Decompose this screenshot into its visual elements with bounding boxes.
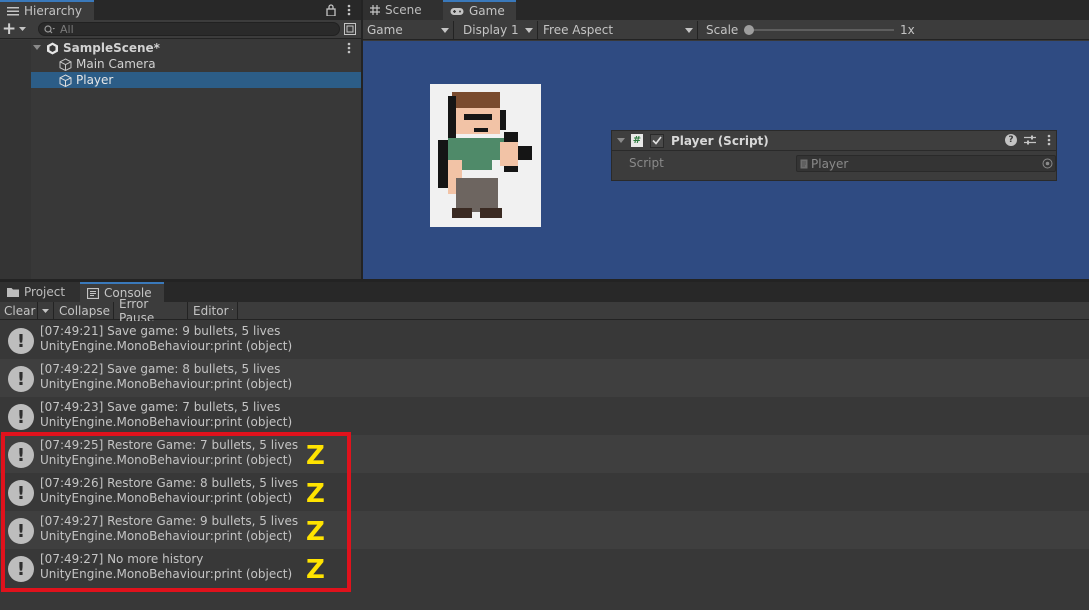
warning-icon: ! <box>8 328 34 354</box>
log-message: [07:49:23] Save game: 7 bullets, 5 lives <box>40 400 281 414</box>
hierarchy-item-label: Main Camera <box>76 57 156 71</box>
collapse-toggle-label: Collapse <box>59 304 110 318</box>
collapse-toggle[interactable]: Collapse <box>55 302 114 320</box>
tab-scene[interactable]: Scene <box>363 0 443 20</box>
tab-project-label: Project <box>24 285 66 299</box>
component-header[interactable]: # Player (Script) ? <box>612 131 1056 151</box>
clear-options-dropdown[interactable] <box>38 302 54 320</box>
log-entry[interactable]: ! [07:49:23] Save game: 7 bullets, 5 liv… <box>0 397 1089 435</box>
hash-grid-icon <box>370 5 380 15</box>
scene-visibility-icon[interactable] <box>343 22 356 36</box>
add-plus-icon: + <box>2 19 17 39</box>
log-message: [07:49:22] Save game: 8 bullets, 5 lives <box>40 362 281 376</box>
console-icon <box>87 287 99 299</box>
gamepad-icon <box>450 7 464 16</box>
warning-icon: ! <box>8 366 34 392</box>
scale-label: Scale <box>706 23 739 37</box>
log-entry[interactable]: ! [07:49:22] Save game: 8 bullets, 5 liv… <box>0 359 1089 397</box>
folder-icon <box>7 287 19 297</box>
hierarchy-item[interactable]: Main Camera <box>0 56 361 72</box>
tab-hierarchy[interactable]: Hierarchy <box>0 0 94 20</box>
chevron-down-icon <box>685 27 693 33</box>
chevron-down-icon <box>231 308 233 311</box>
display-dropdown[interactable]: Display 1 <box>459 21 538 39</box>
hierarchy-tabbar: Hierarchy <box>0 0 361 20</box>
list-icon <box>7 6 19 16</box>
log-entry[interactable]: ! [07:49:21] Save game: 9 bullets, 5 liv… <box>0 321 1089 359</box>
object-picker-icon[interactable] <box>1042 158 1053 169</box>
script-hash-icon: # <box>631 134 643 147</box>
enabled-checkbox[interactable] <box>650 133 664 148</box>
game-view[interactable]: # Player (Script) ? Script Player <box>363 41 1089 279</box>
view-tabbar: Scene Game <box>363 0 1089 20</box>
add-object-button[interactable]: + <box>2 19 27 39</box>
scene-root-row[interactable]: SampleScene* <box>0 40 361 56</box>
clear-button[interactable]: Clear <box>0 302 38 320</box>
script-object-field[interactable]: Player <box>796 155 1056 172</box>
tab-scene-label: Scene <box>385 3 422 17</box>
tab-hierarchy-label: Hierarchy <box>24 4 83 18</box>
script-object-value: Player <box>811 156 849 171</box>
hierarchy-toolbar: + All <box>0 20 361 39</box>
presets-sliders-icon[interactable] <box>1024 134 1036 146</box>
component-title: Player (Script) <box>671 133 769 148</box>
editor-dropdown-label: Editor <box>193 304 229 318</box>
foldout-arrow-icon[interactable] <box>617 137 625 144</box>
clear-button-label: Clear <box>4 304 36 318</box>
scale-slider-track <box>744 29 894 31</box>
player-pixel-art <box>438 92 532 218</box>
search-placeholder: All <box>60 22 74 36</box>
expand-triangle-icon <box>33 45 41 51</box>
scale-slider[interactable] <box>744 24 894 36</box>
aspect-dropdown[interactable]: Free Aspect <box>539 21 698 39</box>
hierarchy-item-label: Player <box>76 73 114 87</box>
scene-name: SampleScene* <box>63 41 160 55</box>
hierarchy-item-selected[interactable]: Player <box>0 72 361 88</box>
warning-icon: ! <box>8 404 34 430</box>
scene-menu-icon[interactable] <box>347 42 351 54</box>
search-icon <box>44 24 55 34</box>
hierarchy-panel: Hierarchy + All SampleScene* Main Camera… <box>0 0 361 279</box>
log-stacktrace: UnityEngine.MonoBehaviour:print (object) <box>40 377 293 391</box>
chevron-down-icon <box>441 27 449 33</box>
mode-dropdown[interactable]: Game <box>363 21 454 39</box>
view-panel: Scene Game Game Display 1 Free Aspect Sc… <box>363 0 1089 279</box>
log-stacktrace: UnityEngine.MonoBehaviour:print (object) <box>40 339 293 353</box>
tab-game[interactable]: Game <box>443 0 516 20</box>
checkmark-icon <box>652 136 662 145</box>
scale-value: 1x <box>900 23 915 37</box>
tab-game-label: Game <box>469 4 505 18</box>
error-pause-toggle[interactable]: Error Pause <box>115 297 188 325</box>
inspector-component: # Player (Script) ? Script Player <box>611 130 1057 181</box>
chevron-down-icon <box>19 26 27 32</box>
script-field-label: Script <box>629 156 664 170</box>
log-stacktrace: UnityEngine.MonoBehaviour:print (object) <box>40 415 293 429</box>
script-file-icon <box>800 159 808 169</box>
chevron-down-icon <box>525 27 533 33</box>
kebab-menu-icon[interactable] <box>343 3 355 17</box>
highlight-annotation-box <box>1 432 351 592</box>
scale-slider-thumb[interactable] <box>744 25 754 35</box>
hierarchy-gutter <box>0 40 31 279</box>
log-message: [07:49:21] Save game: 9 bullets, 5 lives <box>40 324 281 338</box>
lock-icon[interactable] <box>325 3 337 17</box>
game-toolbar: Game Display 1 Free Aspect Scale 1x <box>363 20 1089 40</box>
hierarchy-search-input[interactable]: All <box>38 22 340 36</box>
editor-dropdown[interactable]: Editor <box>189 302 238 320</box>
tab-project[interactable]: Project <box>0 282 80 302</box>
gameobject-cube-icon <box>59 73 72 87</box>
mode-dropdown-label: Game <box>367 23 403 37</box>
gameobject-cube-icon <box>59 57 72 71</box>
help-icon[interactable]: ? <box>1005 134 1017 146</box>
component-menu-icon[interactable] <box>1047 134 1051 146</box>
chevron-down-icon <box>42 308 49 313</box>
player-sprite <box>430 84 541 227</box>
unity-scene-icon <box>46 42 59 55</box>
display-dropdown-label: Display 1 <box>463 23 519 37</box>
aspect-dropdown-label: Free Aspect <box>543 23 614 37</box>
